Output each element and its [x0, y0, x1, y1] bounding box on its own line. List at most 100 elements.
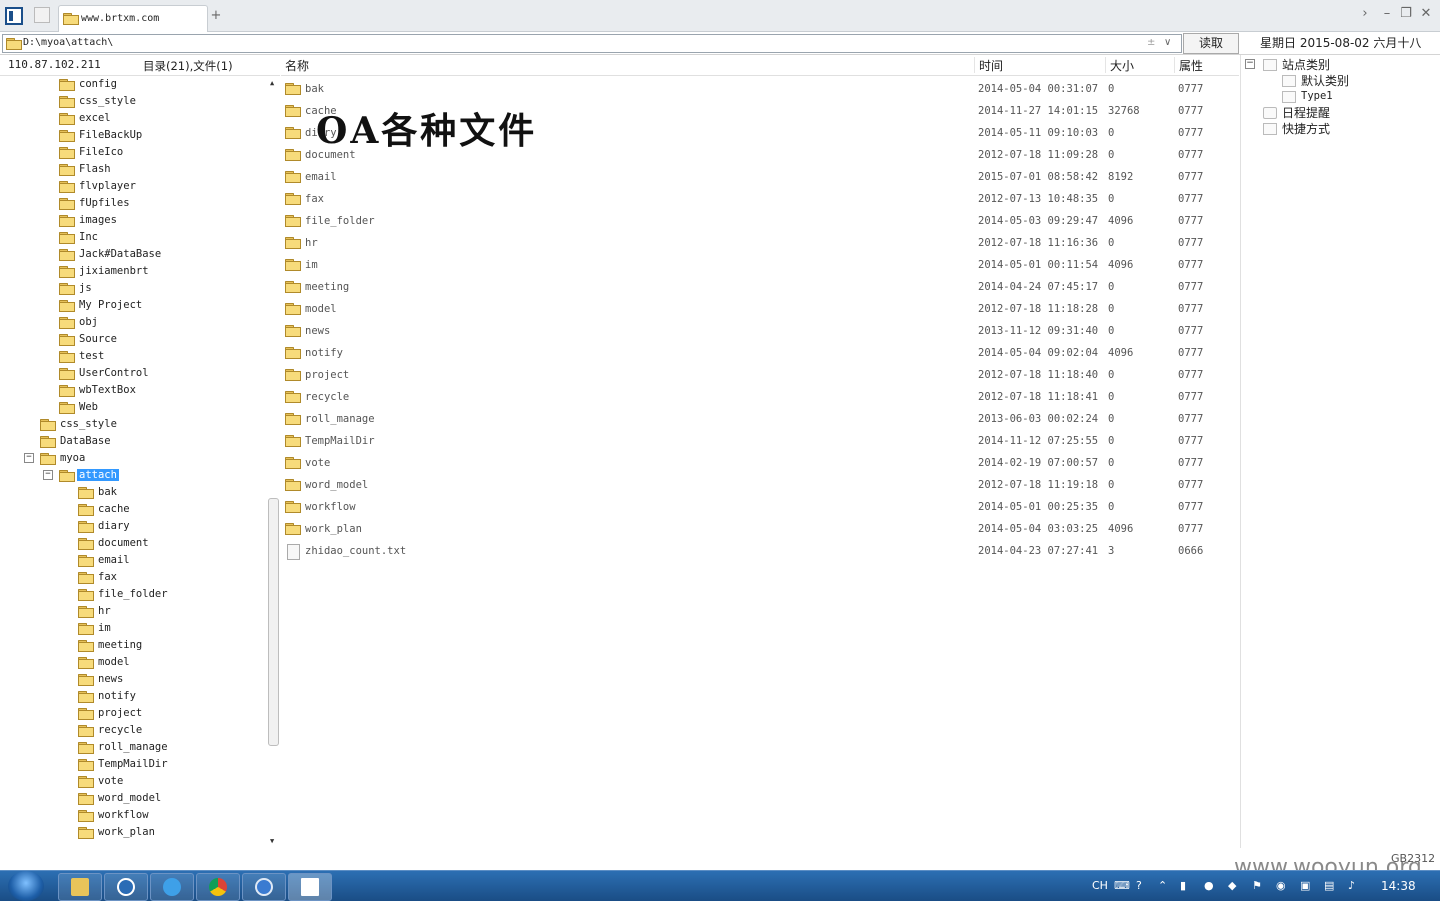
file-time: 2014-02-19 07:00:57	[978, 457, 1099, 469]
keyboard-icon[interactable]: ⌨	[1114, 879, 1130, 892]
shortcut[interactable]: 快捷方式	[1282, 120, 1330, 137]
file-size: 0	[1108, 303, 1115, 315]
tree-expander-icon[interactable]: −	[24, 453, 34, 463]
file-row[interactable]: notify 2014-05-04 09:02:04 4096 0777	[281, 342, 1231, 364]
path-input[interactable]: D:\myoa\attach\ ± ∨	[2, 34, 1182, 53]
file-row[interactable]: bak 2014-05-04 00:31:07 0 0777	[281, 78, 1231, 100]
file-row[interactable]: meeting 2014-04-24 07:45:17 0 0777	[281, 276, 1231, 298]
file-size: 0	[1108, 369, 1115, 381]
file-row[interactable]: email 2015-07-01 08:58:42 8192 0777	[281, 166, 1231, 188]
security-tray-icon[interactable]: ◆	[1228, 879, 1236, 892]
tree-item-label: roll_manage	[98, 741, 168, 753]
flag-tray-icon[interactable]: ⚑	[1252, 879, 1262, 892]
category-item-icon	[1282, 91, 1296, 103]
file-row[interactable]: workflow 2014-05-01 00:25:35 0 0777	[281, 496, 1231, 518]
tree-item-label: FileIco	[79, 146, 124, 158]
ie-taskbar-button[interactable]	[150, 873, 194, 901]
column-attr[interactable]: 属性	[1174, 57, 1239, 73]
file-row[interactable]: fax 2012-07-13 10:48:35 0 0777	[281, 188, 1231, 210]
file-row[interactable]: zhidao_count.txt 2014-04-23 07:27:41 3 0666	[281, 540, 1231, 562]
schedule-reminder[interactable]: 日程提醒	[1282, 104, 1330, 121]
scroll-up-icon[interactable]: ▲	[270, 79, 274, 87]
file-row[interactable]: TempMailDir 2014-11-12 07:25:55 0 0777	[281, 430, 1231, 452]
tray-expand-icon[interactable]: ⌃	[1158, 879, 1167, 892]
k-tray-icon[interactable]: ●	[1204, 879, 1214, 892]
volume-icon[interactable]: ♪	[1348, 879, 1355, 892]
file-size: 8192	[1108, 171, 1134, 183]
folder-icon	[285, 523, 301, 535]
collapse-icon[interactable]: −	[1245, 59, 1255, 69]
tree-item-label: Source	[79, 333, 117, 345]
file-size: 4096	[1108, 215, 1134, 227]
folder-icon	[59, 368, 75, 380]
app-s-taskbar-button[interactable]	[242, 873, 286, 901]
folder-icon	[285, 457, 301, 469]
chrome-taskbar-button[interactable]	[196, 873, 240, 901]
file-row[interactable]: work_plan 2014-05-04 03:03:25 4096 0777	[281, 518, 1231, 540]
clock[interactable]: 14:38	[1381, 879, 1416, 893]
gpu-tray-icon[interactable]: ▣	[1300, 879, 1310, 892]
file-row[interactable]: recycle 2012-07-18 11:18:41 0 0777	[281, 386, 1231, 408]
folder-icon	[59, 215, 75, 227]
scroll-down-icon[interactable]: ▼	[270, 837, 274, 845]
tree-item-label: Flash	[79, 163, 111, 175]
column-name[interactable]: 名称	[281, 57, 973, 73]
read-button[interactable]: 读取	[1183, 33, 1239, 54]
default-category[interactable]: 默认类别	[1301, 72, 1349, 89]
tab-main[interactable]: www.brtxm.com	[58, 5, 208, 32]
type1-category[interactable]: Type1	[1301, 90, 1333, 102]
restore-button[interactable]: ❐	[1398, 6, 1414, 22]
folder-icon	[59, 385, 75, 397]
minimize-button[interactable]: –	[1379, 6, 1395, 22]
file-row[interactable]: hr 2012-07-18 11:16:36 0 0777	[281, 232, 1231, 254]
file-attr: 0777	[1178, 435, 1204, 447]
folder-icon	[59, 198, 75, 210]
file-size: 32768	[1108, 105, 1140, 117]
app-k-taskbar-button[interactable]	[104, 873, 148, 901]
new-tab-button[interactable]: +	[208, 8, 224, 24]
chevron-right-icon[interactable]: ›	[1357, 6, 1373, 22]
file-attr: 0777	[1178, 347, 1204, 359]
shortcut-icon	[1263, 123, 1277, 135]
file-time: 2014-05-04 03:03:25	[978, 523, 1099, 535]
tree-item-label: document	[98, 537, 149, 549]
tree-scroll-thumb[interactable]	[268, 498, 279, 746]
network-icon[interactable]: ▤	[1324, 879, 1334, 892]
orange-tray-icon[interactable]: ◉	[1276, 879, 1286, 892]
explorer-taskbar-button[interactable]	[58, 873, 102, 901]
file-row[interactable]: project 2012-07-18 11:18:40 0 0777	[281, 364, 1231, 386]
file-row[interactable]: vote 2014-02-19 07:00:57 0 0777	[281, 452, 1231, 474]
file-size: 4096	[1108, 523, 1134, 535]
folder-icon	[59, 334, 75, 346]
sidebar-toggle-icon[interactable]	[5, 7, 23, 25]
app-tray-icon[interactable]: ▮	[1180, 879, 1186, 892]
file-attr: 0777	[1178, 325, 1204, 337]
folder-icon	[285, 171, 301, 183]
file-row[interactable]: model 2012-07-18 11:18:28 0 0777	[281, 298, 1231, 320]
site-category[interactable]: 站点类别	[1282, 56, 1330, 73]
file-row[interactable]: roll_manage 2013-06-03 00:02:24 0 0777	[281, 408, 1231, 430]
file-size: 0	[1108, 83, 1115, 95]
folder-icon	[59, 79, 75, 91]
folder-icon	[59, 164, 75, 176]
column-time[interactable]: 时间	[974, 57, 1105, 73]
folder-icon	[59, 181, 75, 193]
file-row[interactable]: im 2014-05-01 00:11:54 4096 0777	[281, 254, 1231, 276]
page-icon[interactable]	[34, 7, 50, 23]
file-row[interactable]: word_model 2012-07-18 11:19:18 0 0777	[281, 474, 1231, 496]
start-button[interactable]	[8, 871, 44, 901]
folder-icon	[285, 303, 301, 315]
folder-icon	[78, 521, 94, 533]
tree-expander-icon[interactable]: −	[43, 470, 53, 480]
dropdown-icon[interactable]: ∨	[1164, 37, 1171, 48]
language-indicator[interactable]: CH	[1092, 879, 1108, 892]
plus-minus-icon[interactable]: ±	[1147, 37, 1155, 48]
file-row[interactable]: file_folder 2014-05-03 09:29:47 4096 0777	[281, 210, 1231, 232]
tree-item-label: bak	[98, 486, 117, 498]
column-size[interactable]: 大小	[1105, 57, 1174, 73]
close-button[interactable]: ✕	[1418, 6, 1434, 22]
browser-taskbar-button[interactable]	[288, 873, 332, 901]
file-row[interactable]: news 2013-11-12 09:31:40 0 0777	[281, 320, 1231, 342]
tree-item-label: config	[79, 78, 117, 90]
help-icon[interactable]: ?	[1136, 879, 1142, 892]
